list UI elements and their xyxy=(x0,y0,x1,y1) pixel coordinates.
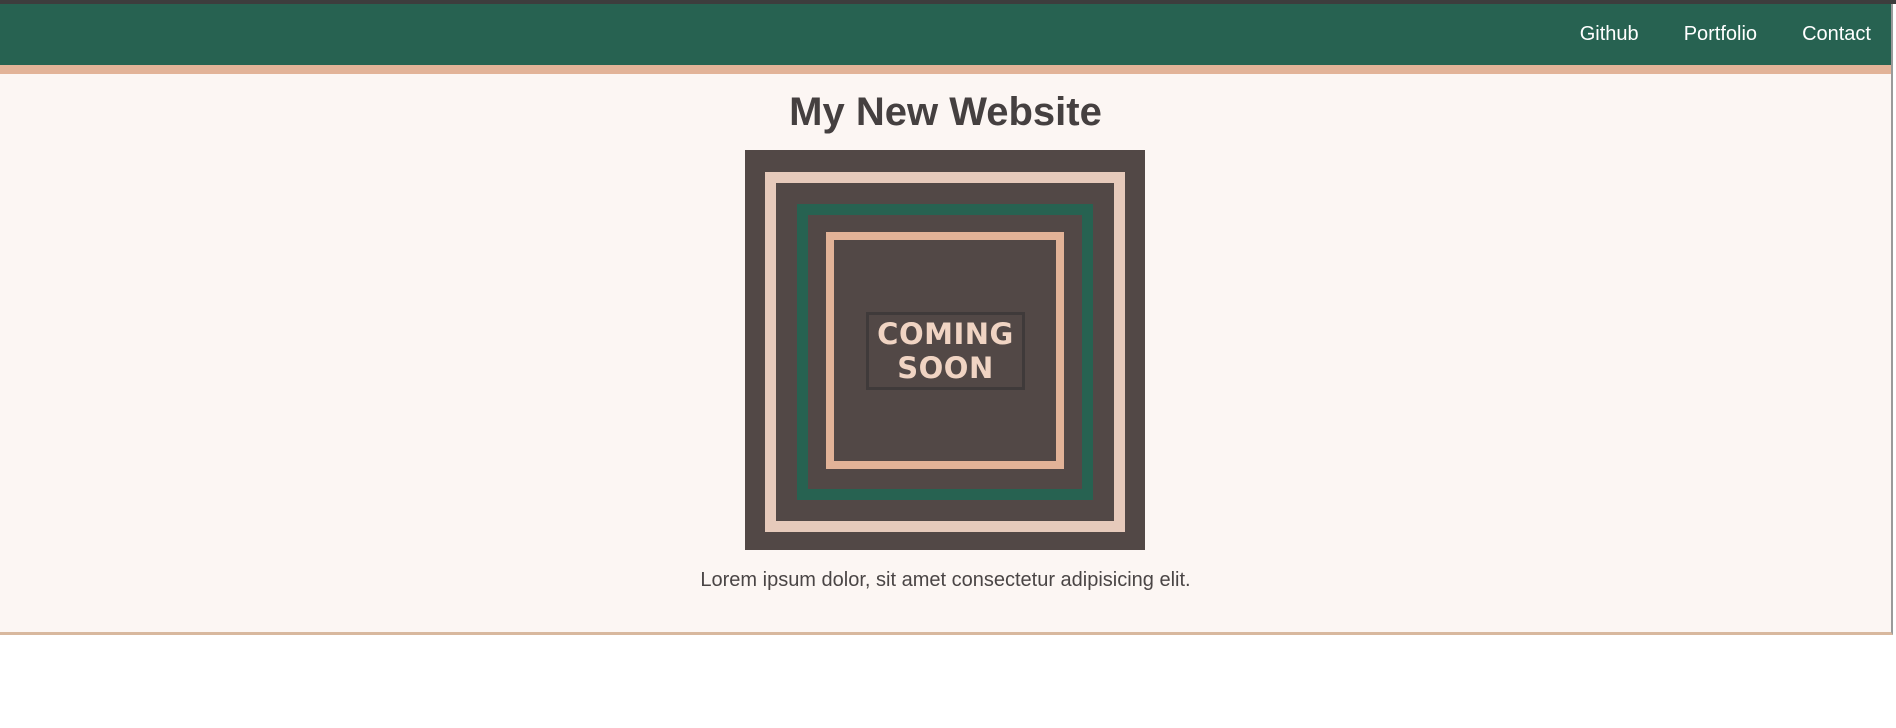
coming-soon-line-2: SOON xyxy=(897,351,994,385)
coming-soon-badge: COMING SOON xyxy=(866,312,1025,390)
nav-link-portfolio[interactable]: Portfolio xyxy=(1684,23,1757,46)
navbar: Github Portfolio Contact xyxy=(0,4,1891,74)
page-title: My New Website xyxy=(789,90,1102,134)
coming-soon-image: COMING SOON xyxy=(745,150,1145,550)
caption-text: Lorem ipsum dolor, sit amet consectetur … xyxy=(700,569,1191,591)
coming-soon-line-1: COMING xyxy=(877,317,1014,351)
nav-links: Github Portfolio Contact xyxy=(1535,4,1871,65)
nav-link-github[interactable]: Github xyxy=(1580,23,1639,46)
site-page: Github Portfolio Contact My New Website … xyxy=(0,4,1893,635)
nav-link-contact[interactable]: Contact xyxy=(1802,23,1871,46)
